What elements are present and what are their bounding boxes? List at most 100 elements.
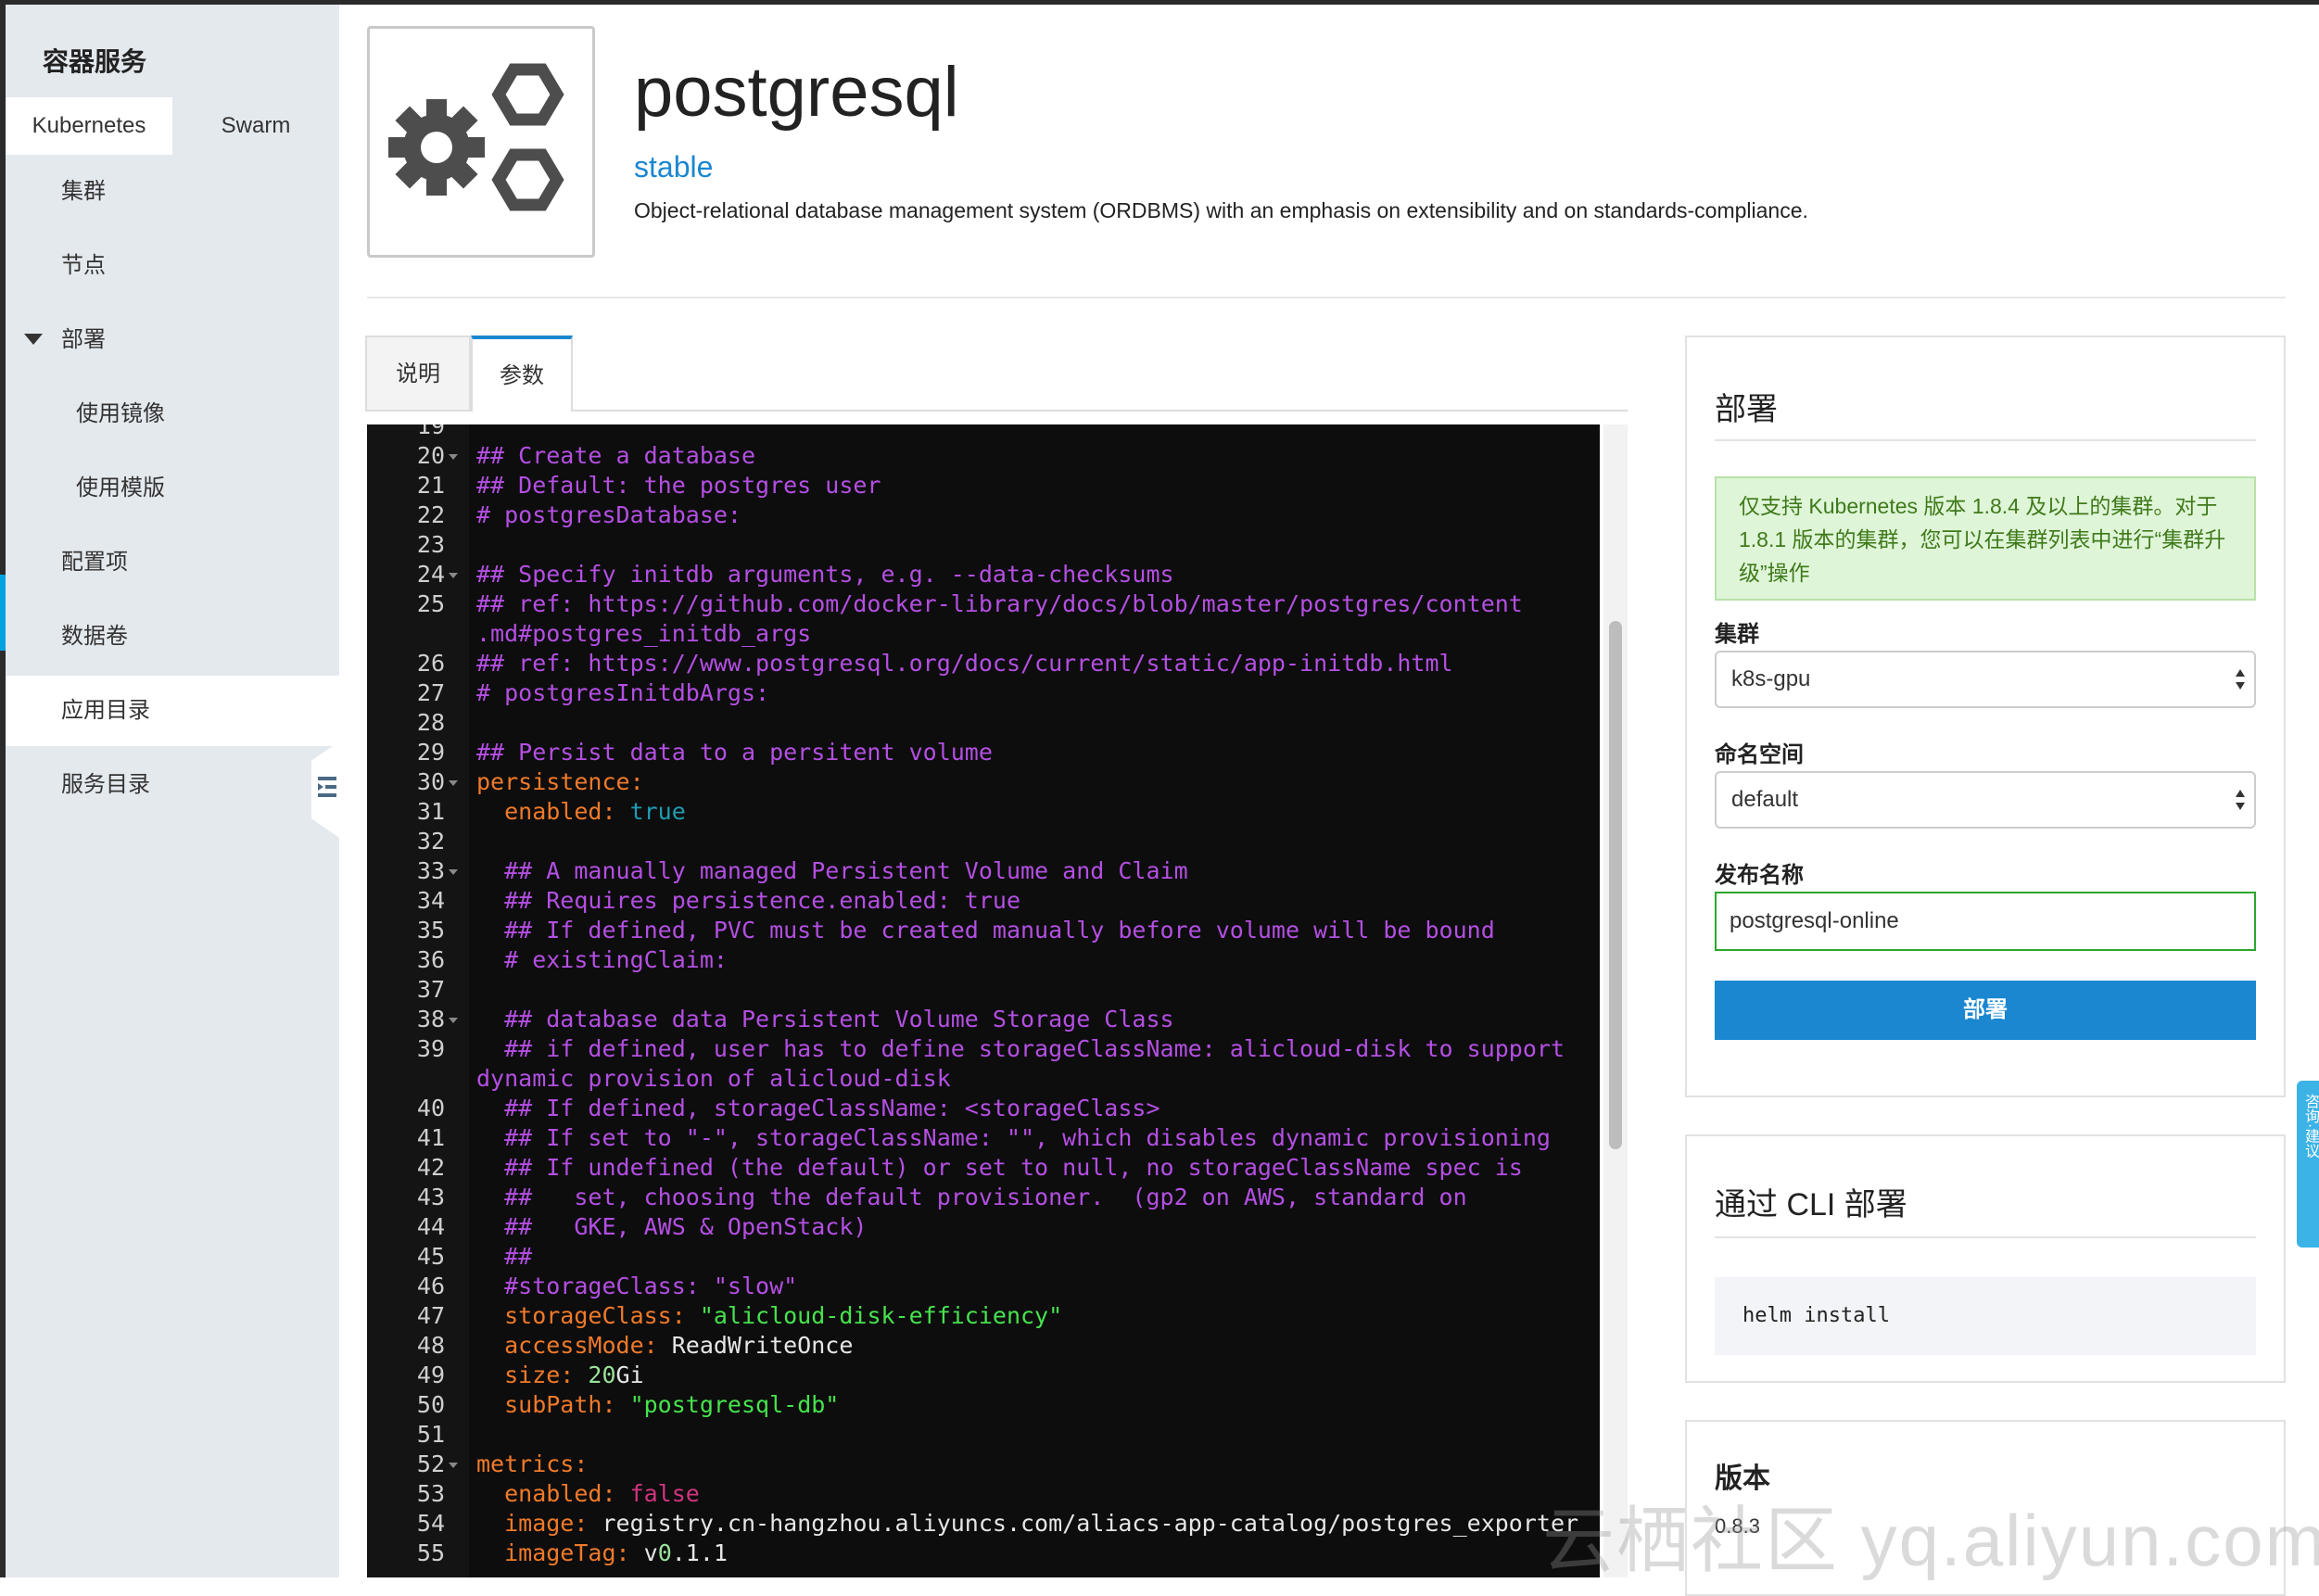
code-line[interactable]: 44 ## GKE, AWS & OpenStack): [367, 1212, 1600, 1242]
code-line[interactable]: 19: [367, 424, 1600, 441]
tab-description[interactable]: 说明: [365, 336, 471, 410]
code-text: ## Default: the postgres user: [476, 471, 881, 500]
code-line[interactable]: 24 ## Specify initdb arguments, e.g. --da…: [367, 560, 1600, 589]
code-line[interactable]: 52 metrics:: [367, 1450, 1600, 1479]
fold-arrow-icon[interactable]: [449, 869, 458, 875]
fold-arrow-icon[interactable]: [449, 573, 458, 578]
code-line[interactable]: 43 ## set, choosing the default provisio…: [367, 1183, 1600, 1212]
code-line[interactable]: 47 storageClass: "alicloud-disk-efficien…: [367, 1301, 1600, 1331]
cli-command[interactable]: helm install: [1715, 1277, 2256, 1355]
code-text: ## If defined, PVC must be created manua…: [476, 916, 1495, 945]
code-line[interactable]: 31 enabled: true: [367, 797, 1600, 827]
code-line[interactable]: 21 ## Default: the postgres user: [367, 471, 1600, 500]
code-line[interactable]: 26 ## ref: https://www.postgresql.org/doc…: [367, 649, 1600, 678]
code-line[interactable]: 22 # postgresDatabase:: [367, 500, 1600, 530]
code-line[interactable]: 38 ## database data Persistent Volume St…: [367, 1005, 1600, 1034]
code-line[interactable]: 48 accessMode: ReadWriteOnce: [367, 1331, 1600, 1361]
code-token: ## database data Persistent Volume Stora…: [476, 1006, 1174, 1032]
code-token: imageTag:: [476, 1539, 644, 1566]
code-line[interactable]: .md#postgres_initdb_args: [367, 619, 1600, 649]
values-code-editor[interactable]: 19 20 ## Create a database 21 ## Default: th…: [367, 424, 1600, 1577]
code-line[interactable]: dynamic provision of alicloud-disk: [367, 1064, 1600, 1094]
line-number: 39: [416, 1035, 445, 1062]
code-line[interactable]: 42 ## If undefined (the default) or set …: [367, 1153, 1600, 1183]
sidebar-item-service-catalog[interactable]: 服务目录: [6, 750, 339, 820]
feedback-tab[interactable]: 咨询·建议: [2297, 1081, 2319, 1248]
code-line[interactable]: 41 ## If set to "-", storageClassName: "…: [367, 1123, 1600, 1153]
code-line[interactable]: 46 #storageClass: "slow": [367, 1272, 1600, 1301]
sidebar-tab-swarm[interactable]: Swarm: [172, 97, 339, 155]
code-line[interactable]: 49 size: 20Gi: [367, 1361, 1600, 1390]
code-token: ##: [476, 1243, 533, 1270]
tab-parameters[interactable]: 参数: [471, 336, 573, 412]
code-token: v: [643, 1539, 658, 1566]
code-line[interactable]: 35 ## If defined, PVC must be created ma…: [367, 916, 1600, 945]
code-line[interactable]: 37: [367, 975, 1600, 1005]
code-line[interactable]: 27 # postgresInitdbArgs:: [367, 678, 1600, 708]
sidebar-item-config-items[interactable]: 配置项: [6, 527, 339, 598]
code-line[interactable]: 32: [367, 827, 1600, 856]
code-line[interactable]: 23: [367, 530, 1600, 560]
code-line[interactable]: 55 imageTag: v0.1.1: [367, 1539, 1600, 1568]
release-name-value: postgresql-online: [1730, 908, 1899, 933]
fold-arrow-icon[interactable]: [449, 454, 458, 460]
code-token: image:: [476, 1510, 602, 1537]
code-line[interactable]: 40 ## If defined, storageClassName: <sto…: [367, 1094, 1600, 1123]
code-token: "postgresql-db": [629, 1391, 840, 1418]
code-line[interactable]: 36 # existingClaim:: [367, 945, 1600, 975]
sidebar-item-label: 配置项: [61, 550, 128, 575]
fold-arrow-icon[interactable]: [449, 1463, 458, 1468]
line-number: 19: [416, 424, 445, 439]
code-line[interactable]: 39 ## if defined, user has to define sto…: [367, 1034, 1600, 1064]
code-line[interactable]: 53 enabled: false: [367, 1479, 1600, 1509]
code-text: ## Specify initdb arguments, e.g. --data…: [476, 560, 1174, 589]
sidebar-item-app-catalog[interactable]: 应用目录: [6, 676, 339, 746]
fold-arrow-icon[interactable]: [449, 1018, 458, 1023]
code-token: ## Specify initdb arguments, e.g. --data…: [476, 561, 1174, 588]
code-token: ## If undefined (the default) or set to …: [476, 1154, 1523, 1181]
release-name-input[interactable]: postgresql-online: [1715, 892, 2256, 951]
fold-arrow-icon[interactable]: [449, 780, 458, 786]
code-line[interactable]: 45 ##: [367, 1242, 1600, 1272]
line-number: 30: [416, 768, 445, 795]
deploy-button[interactable]: 部署: [1715, 981, 2256, 1040]
code-text: ## set, choosing the default provisioner…: [476, 1183, 1467, 1212]
code-line[interactable]: 50 subPath: "postgresql-db": [367, 1390, 1600, 1420]
line-number: 34: [416, 887, 445, 914]
code-line[interactable]: 29 ## Persist data to a persitent volume: [367, 738, 1600, 767]
sidebar-item-nodes[interactable]: 节点: [6, 231, 339, 301]
line-number: 29: [416, 739, 445, 766]
sidebar-item-deploy[interactable]: 部署: [6, 305, 339, 375]
code-line[interactable]: 51: [367, 1420, 1600, 1450]
code-text: ## If undefined (the default) or set to …: [476, 1153, 1523, 1183]
code-token: ## If defined, PVC must be created manua…: [476, 917, 1495, 944]
code-token: true: [629, 798, 686, 825]
line-number: 31: [416, 798, 445, 825]
namespace-select[interactable]: default: [1715, 771, 2256, 829]
header-divider: [367, 297, 2286, 298]
sidebar-item-use-image[interactable]: 使用镜像: [6, 379, 339, 450]
code-line[interactable]: 54 image: registry.cn-hangzhou.aliyuncs.…: [367, 1509, 1600, 1539]
line-number: 50: [416, 1391, 445, 1418]
cli-panel: 通过 CLI 部署 helm install: [1685, 1134, 2286, 1383]
collapse-sidebar-icon[interactable]: [318, 774, 336, 802]
line-number: 54: [416, 1510, 445, 1537]
repo-tag-link[interactable]: stable: [634, 150, 713, 184]
editor-scrollbar-thumb[interactable]: [1609, 621, 1622, 1149]
code-text: dynamic provision of alicloud-disk: [476, 1064, 951, 1094]
sidebar-item-volumes[interactable]: 数据卷: [6, 602, 339, 672]
code-line[interactable]: 25 ## ref: https://github.com/docker-libr…: [367, 589, 1600, 619]
cluster-select[interactable]: k8s-gpu: [1715, 651, 2256, 708]
code-line[interactable]: 34 ## Requires persistence.enabled: true: [367, 886, 1600, 916]
deploy-panel-title: 部署: [1715, 392, 1778, 427]
sidebar-item-clusters[interactable]: 集群: [6, 157, 339, 227]
line-number: 37: [416, 976, 445, 1003]
code-line[interactable]: 33 ## A manually managed Persistent Volu…: [367, 856, 1600, 886]
code-line[interactable]: 20 ## Create a database: [367, 441, 1600, 471]
code-line[interactable]: 30 persistence:: [367, 767, 1600, 797]
sidebar-tab-kubernetes[interactable]: Kubernetes: [6, 97, 172, 155]
sidebar-item-use-template[interactable]: 使用模版: [6, 453, 339, 524]
code-text: ## Persist data to a persitent volume: [476, 738, 993, 767]
code-text: ## If defined, storageClassName: <storag…: [476, 1094, 1160, 1123]
code-line[interactable]: 28: [367, 708, 1600, 738]
